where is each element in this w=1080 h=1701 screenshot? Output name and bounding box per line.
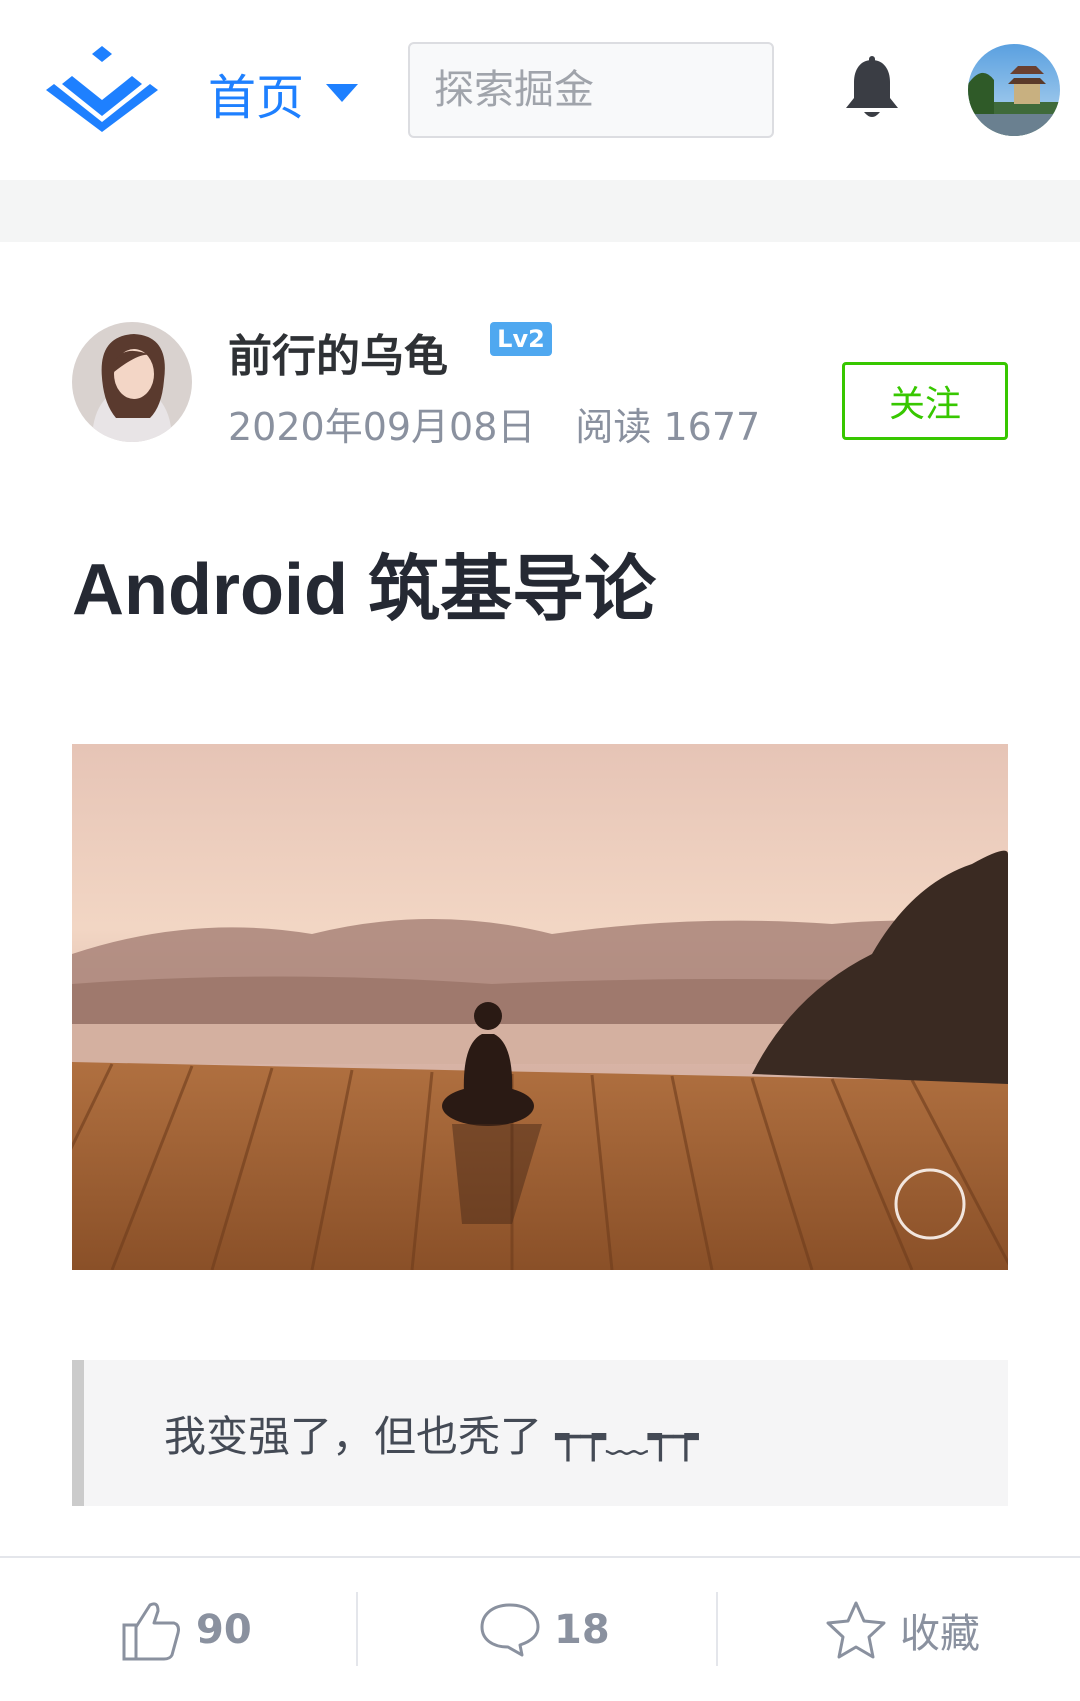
read-count: 阅读 1677 xyxy=(575,405,761,449)
article-meta: 2020年09月08日 阅读 1677 xyxy=(228,396,760,451)
author-avatar[interactable] xyxy=(72,322,192,442)
notification-bell-icon[interactable] xyxy=(842,56,902,122)
cover-image xyxy=(72,744,1008,1270)
action-divider xyxy=(716,1592,718,1666)
collect-label: 收藏 xyxy=(900,1610,980,1657)
follow-button[interactable]: 关注 xyxy=(842,362,1008,440)
nav-home-dropdown[interactable]: 首页 xyxy=(208,58,359,128)
article-blockquote: 我变强了，但也秃了 ┭┮﹏┭┮ xyxy=(72,1360,1008,1506)
section-spacer xyxy=(0,180,1080,242)
caret-down-icon xyxy=(326,84,359,102)
nav-home-label: 首页 xyxy=(208,70,305,126)
search-input[interactable] xyxy=(410,44,772,136)
like-count: 90 xyxy=(196,1606,252,1653)
user-avatar[interactable] xyxy=(968,44,1060,136)
thumbs-up-icon xyxy=(122,1601,180,1660)
comment-count: 18 xyxy=(554,1606,610,1653)
collect-button[interactable]: 收藏 xyxy=(824,1558,980,1701)
search-box[interactable] xyxy=(408,42,774,138)
blockquote-text: 我变强了，但也秃了 ┭┮﹏┭┮ xyxy=(164,1411,699,1461)
like-button[interactable]: 90 xyxy=(118,1558,252,1701)
top-bar: 首页 xyxy=(0,0,1080,180)
action-divider xyxy=(356,1592,358,1666)
bottom-action-bar: 90 18 收藏 xyxy=(0,1556,1080,1701)
publish-date: 2020年09月08日 xyxy=(228,405,536,449)
author-name[interactable]: 前行的乌龟 xyxy=(228,320,448,384)
article-title: Android 筑基导论 xyxy=(72,550,656,630)
star-icon xyxy=(826,1601,886,1658)
comment-button[interactable]: 18 xyxy=(478,1558,610,1701)
author-level-badge: Lv2 xyxy=(490,322,552,356)
comment-bubble-icon xyxy=(480,1603,540,1656)
juejin-logo-icon[interactable] xyxy=(46,46,158,136)
